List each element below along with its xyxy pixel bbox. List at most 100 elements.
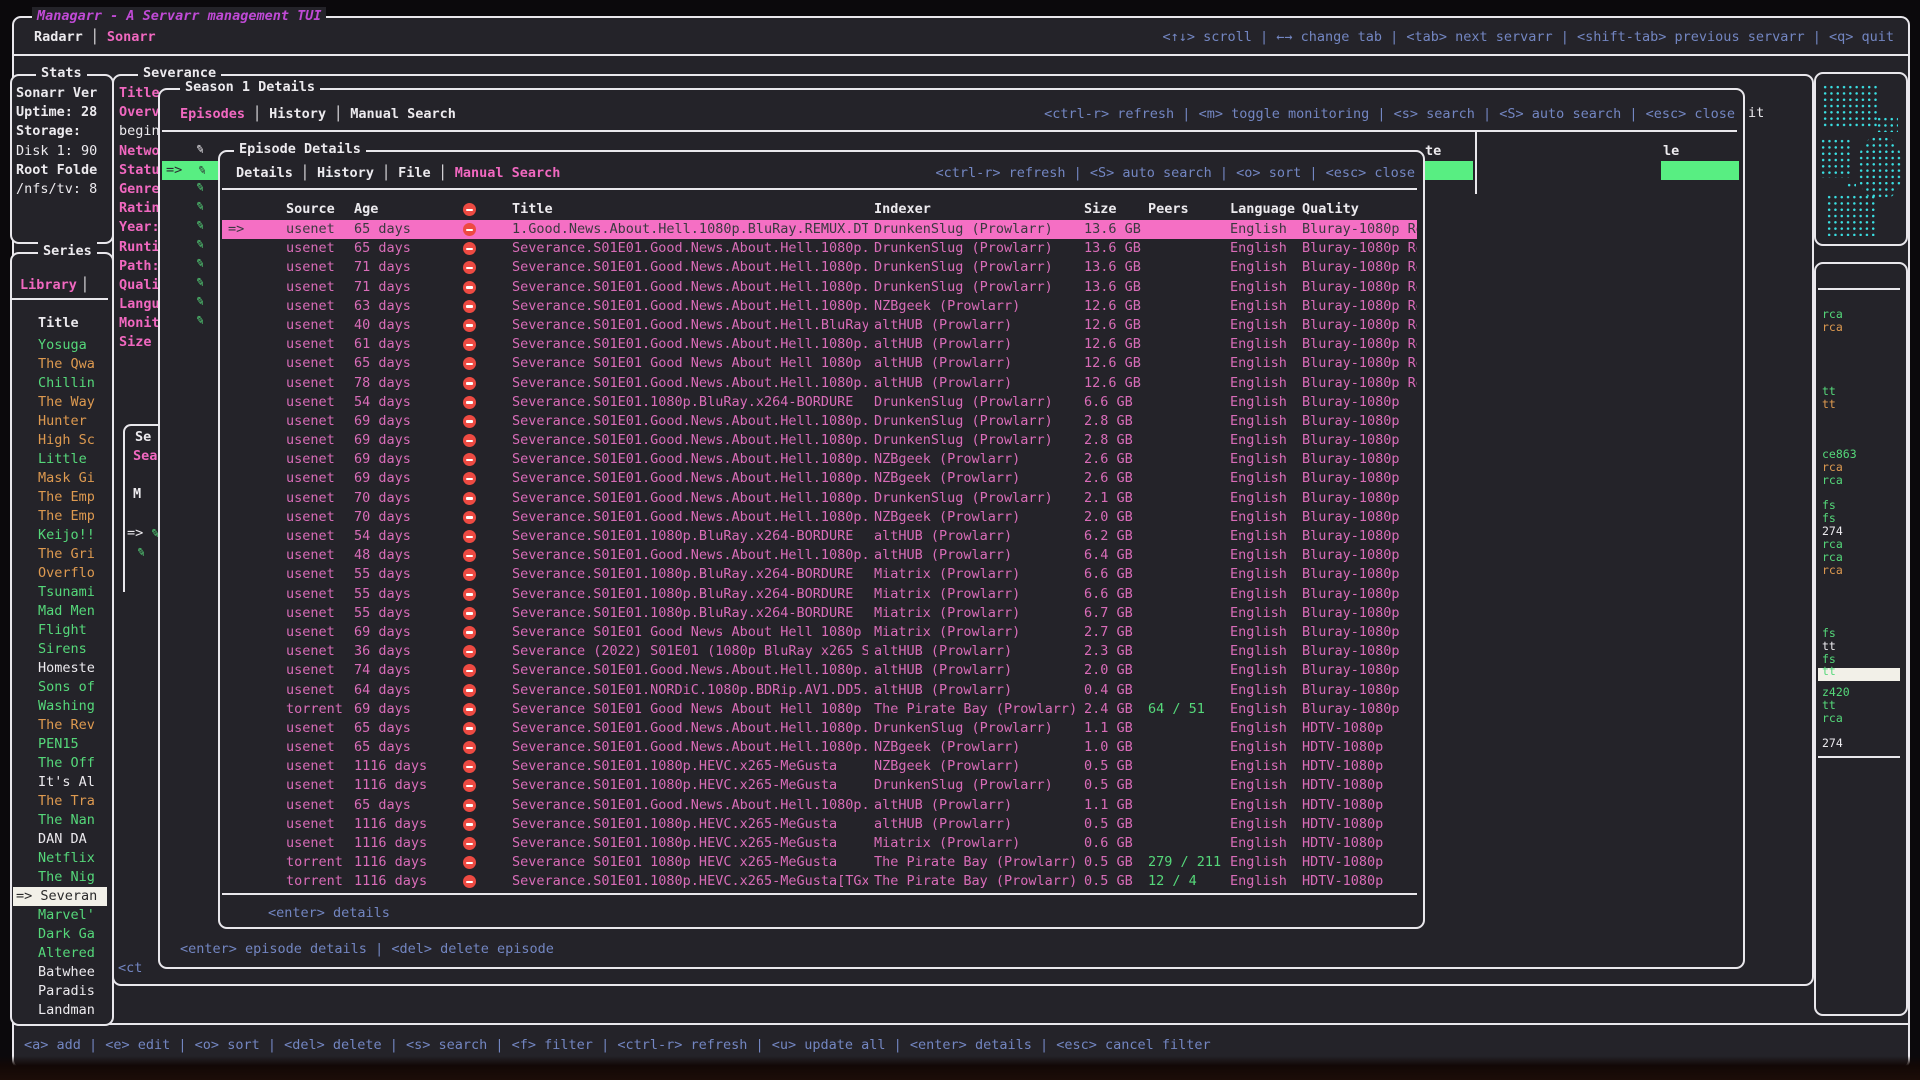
tab-season-history[interactable]: History [269, 106, 326, 122]
tab-radarr[interactable]: Radarr [34, 29, 83, 45]
series-list-item[interactable]: The Nig [13, 868, 107, 887]
rejected-icon [463, 818, 476, 831]
series-list-item[interactable]: Altered [13, 944, 107, 963]
release-row[interactable]: usenet69 daysSeverance.S01E01.Good.News.… [222, 450, 1417, 469]
series-list-item[interactable]: Keijo!! [13, 526, 107, 545]
tab-library[interactable]: Library [20, 277, 77, 293]
series-list-item[interactable]: Little [13, 450, 107, 469]
series-list-item[interactable]: The Tra [13, 792, 107, 811]
series-list-item[interactable]: Marvel' [13, 906, 107, 925]
release-row[interactable]: usenet78 daysSeverance.S01E01.Good.News.… [222, 374, 1417, 393]
series-list-item[interactable]: Overflo [13, 564, 107, 583]
release-row[interactable]: usenet55 daysSeverance.S01E01.1080p.BluR… [222, 604, 1417, 623]
column-header-quality[interactable]: Quality [1302, 200, 1359, 219]
release-row[interactable]: usenet55 daysSeverance.S01E01.1080p.BluR… [222, 565, 1417, 584]
release-row[interactable]: usenet69 daysSeverance.S01E01.Good.News.… [222, 431, 1417, 450]
cell-size: 12.6 GB [1084, 316, 1141, 335]
seasons-selected-fragment[interactable]: => ✎ [127, 524, 160, 543]
release-row[interactable]: usenet65 daysSeverance.S01E01.Good.News.… [222, 239, 1417, 258]
series-list-item[interactable]: DAN DA [13, 830, 107, 849]
column-header-indexer[interactable]: Indexer [874, 200, 931, 219]
column-header-title[interactable]: Title [512, 200, 553, 219]
tab-details[interactable]: Details [236, 165, 293, 181]
tab-manual-search[interactable]: Manual Search [455, 165, 561, 181]
cell-language: English [1230, 719, 1287, 738]
series-list-item[interactable]: Flight [13, 621, 107, 640]
release-row[interactable]: usenet1116 daysSeverance.S01E01.1080p.HE… [222, 776, 1417, 795]
series-list-item[interactable]: High Sc [13, 431, 107, 450]
column-header-size[interactable]: Size [1084, 200, 1117, 219]
column-header-source[interactable]: Source [286, 200, 335, 219]
selected-episode-row[interactable]: => ✎ [162, 161, 220, 180]
series-list-item[interactable]: It's Al [13, 773, 107, 792]
release-row[interactable]: usenet55 daysSeverance.S01E01.1080p.BluR… [222, 585, 1417, 604]
release-row[interactable]: usenet1116 daysSeverance.S01E01.1080p.HE… [222, 834, 1417, 853]
series-list-item[interactable]: PEN15 [13, 735, 107, 754]
release-row[interactable]: usenet70 daysSeverance.S01E01.Good.News.… [222, 489, 1417, 508]
release-row[interactable]: usenet63 daysSeverance.S01E01.Good.News.… [222, 297, 1417, 316]
series-list-item[interactable]: Sirens [13, 640, 107, 659]
series-list-item[interactable]: The Nan [13, 811, 107, 830]
episode-monitored-icon: ✎ [194, 310, 206, 330]
release-row[interactable]: torrent1116 daysSeverance S01E01 1080p H… [222, 853, 1417, 872]
tab-episode-history[interactable]: History [317, 165, 374, 181]
release-row[interactable]: usenet71 daysSeverance.S01E01.Good.News.… [222, 258, 1417, 277]
release-row[interactable]: usenet54 daysSeverance.S01E01.1080p.BluR… [222, 393, 1417, 412]
series-list-item[interactable]: Washing [13, 697, 107, 716]
release-row[interactable]: usenet36 daysSeverance (2022) S01E01 (10… [222, 642, 1417, 661]
release-row[interactable]: usenet74 daysSeverance.S01E01.Good.News.… [222, 661, 1417, 680]
cell-source: usenet [286, 776, 335, 795]
release-row[interactable]: usenet54 daysSeverance.S01E01.1080p.BluR… [222, 527, 1417, 546]
release-row[interactable]: usenet69 daysSeverance.S01E01.Good.News.… [222, 412, 1417, 431]
tab-sonarr[interactable]: Sonarr [107, 29, 156, 45]
series-list-item[interactable]: Hunter [13, 412, 107, 431]
release-row[interactable]: usenet69 daysSeverance.S01E01.Good.News.… [222, 469, 1417, 488]
release-row[interactable]: usenet61 daysSeverance.S01E01.Good.News.… [222, 335, 1417, 354]
release-row[interactable]: =>usenet65 days1.Good.News.About.Hell.10… [222, 220, 1417, 239]
rejected-icon [463, 645, 476, 658]
release-row[interactable]: torrent1116 daysSeverance.S01E01.1080p.H… [222, 872, 1417, 891]
series-list-item[interactable]: Chillin [13, 374, 107, 393]
series-list-item[interactable]: Homeste [13, 659, 107, 678]
series-list-item[interactable]: The Emp [13, 507, 107, 526]
series-list-item[interactable]: Batwhee [13, 963, 107, 982]
series-list-item[interactable]: The Rev [13, 716, 107, 735]
release-row[interactable]: usenet65 daysSeverance.S01E01.Good.News.… [222, 738, 1417, 757]
release-row[interactable]: usenet69 daysSeverance S01E01 Good News … [222, 623, 1417, 642]
tab-file[interactable]: File [398, 165, 431, 181]
series-list-item[interactable]: Yosuga [13, 336, 107, 355]
series-list-item[interactable]: The Qwa [13, 355, 107, 374]
release-row[interactable]: usenet65 daysSeverance S01E01 Good News … [222, 354, 1417, 373]
series-list-item[interactable]: Netflix [13, 849, 107, 868]
seasons-fragment-1: Se [135, 428, 151, 447]
cell-source: torrent [286, 853, 343, 872]
release-row[interactable]: usenet40 daysSeverance.S01E01.Good.News.… [222, 316, 1417, 335]
series-list-item[interactable]: Sons of [13, 678, 107, 697]
release-row[interactable]: usenet1116 daysSeverance.S01E01.1080p.HE… [222, 757, 1417, 776]
release-row[interactable]: usenet65 daysSeverance.S01E01.Good.News.… [222, 796, 1417, 815]
series-list-item[interactable]: The Emp [13, 488, 107, 507]
tab-season-manual-search[interactable]: Manual Search [350, 106, 456, 122]
release-row[interactable]: usenet1116 daysSeverance.S01E01.1080p.HE… [222, 815, 1417, 834]
column-header-age[interactable]: Age [354, 200, 378, 219]
series-list-item[interactable]: The Way [13, 393, 107, 412]
series-list-item[interactable]: The Off [13, 754, 107, 773]
release-row[interactable]: usenet65 daysSeverance.S01E01.Good.News.… [222, 719, 1417, 738]
series-list-item[interactable]: The Gri [13, 545, 107, 564]
series-list-item[interactable]: Landman [13, 1001, 107, 1020]
release-row[interactable]: torrent69 daysSeverance S01E01 Good News… [222, 700, 1417, 719]
series-list-item[interactable]: Dark Ga [13, 925, 107, 944]
release-row[interactable]: usenet64 daysSeverance.S01E01.NORDiC.108… [222, 681, 1417, 700]
series-list-item[interactable]: => Severan [13, 887, 107, 906]
release-row[interactable]: usenet48 daysSeverance.S01E01.Good.News.… [222, 546, 1417, 565]
release-row[interactable]: usenet71 daysSeverance.S01E01.Good.News.… [222, 278, 1417, 297]
series-list-item[interactable]: Mask Gi [13, 469, 107, 488]
release-row[interactable]: usenet70 daysSeverance.S01E01.Good.News.… [222, 508, 1417, 527]
series-list-item[interactable]: Paradis [13, 982, 107, 1001]
column-header-peers[interactable]: Peers [1148, 200, 1189, 219]
series-list-item[interactable]: Mad Men [13, 602, 107, 621]
column-header-language[interactable]: Language [1230, 200, 1295, 219]
series-list-item[interactable]: Tsunami [13, 583, 107, 602]
tab-episodes[interactable]: Episodes [180, 106, 245, 122]
episode-monitored-icon: ✎ [194, 177, 206, 197]
